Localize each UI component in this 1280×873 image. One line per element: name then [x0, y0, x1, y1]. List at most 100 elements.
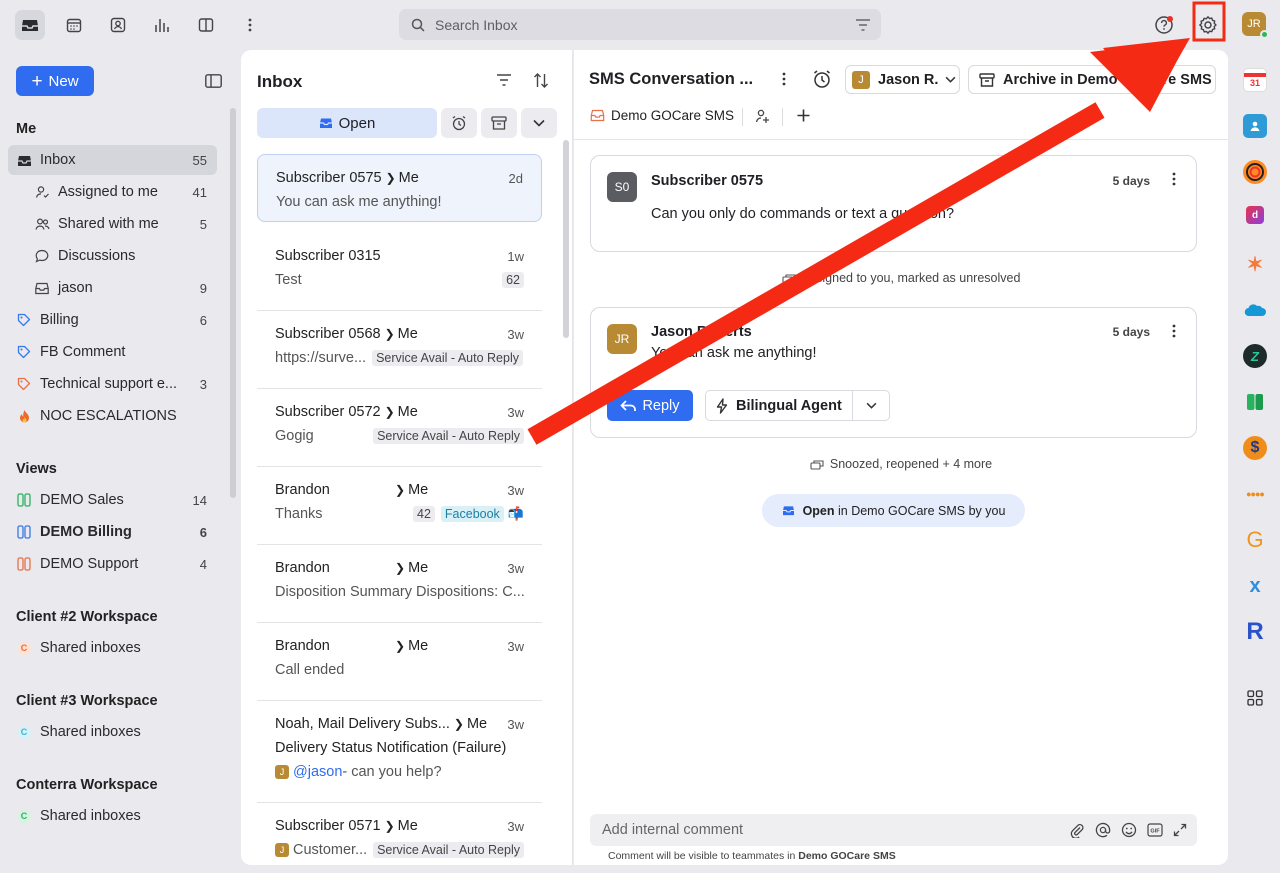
sidebar-item-billing[interactable]: Billing 6: [8, 305, 217, 335]
conversation-to: Me: [408, 638, 429, 654]
filter-icon[interactable]: [855, 18, 871, 31]
stripe-s-icon[interactable]: $: [1243, 436, 1267, 460]
mention-link[interactable]: @jason: [293, 764, 342, 780]
views-heading: Views: [16, 461, 57, 477]
archive-button[interactable]: Archive in Demo GOCare SMS: [968, 65, 1216, 94]
sidebar-item-shared-inboxes[interactable]: C Shared inboxes: [8, 717, 217, 747]
add-icon[interactable]: [796, 108, 811, 123]
salesforce-cloud-icon[interactable]: [1243, 298, 1267, 322]
open-filter-button[interactable]: Open: [257, 108, 437, 138]
search-icon: [411, 18, 425, 32]
app-icon-x[interactable]: x: [1243, 574, 1267, 598]
more-vertical-icon[interactable]: [1172, 324, 1176, 338]
note-channel: Demo GOCare SMS: [798, 850, 896, 862]
sidebar-item-fb-comment[interactable]: FB Comment: [8, 337, 217, 367]
add-follower-icon[interactable]: [755, 108, 771, 124]
sidebar-item-shared[interactable]: Shared with me 5: [8, 209, 217, 239]
conversation-from: Brandon: [275, 560, 330, 576]
more-vertical-icon[interactable]: [1172, 172, 1176, 186]
sidebar-item-noc-escalations[interactable]: NOC ESCALATIONS: [8, 401, 217, 431]
sidebar-view-demo-billing[interactable]: DEMO Billing 6: [8, 517, 217, 547]
sidebar-item-discussions[interactable]: Discussions: [8, 241, 217, 271]
book-app-icon[interactable]: [1243, 390, 1267, 414]
assignee-dropdown[interactable]: J Jason R.: [845, 65, 960, 94]
conversation-item[interactable]: Brandon ❯ Me 3w Disposition Summary Disposi…: [257, 545, 542, 623]
hubspot-icon[interactable]: ✶: [1243, 252, 1267, 276]
message-count-badge: 62: [502, 272, 524, 288]
more-filters-dropdown[interactable]: [521, 108, 557, 138]
sidebar-item-assigned[interactable]: Assigned to me 41: [8, 177, 217, 207]
analytics-icon[interactable]: [147, 10, 177, 40]
sort-icon[interactable]: [533, 73, 549, 88]
conversation-from: Subscriber 0571: [275, 818, 381, 834]
sidebar-item-shared-inboxes[interactable]: C Shared inboxes: [8, 633, 217, 663]
sidebar-item-shared-inboxes[interactable]: C Shared inboxes: [8, 801, 217, 831]
conversation-item[interactable]: Brandon ❯ Me 3w Call ended: [257, 623, 542, 701]
sidebar-item-label: FB Comment: [40, 344, 126, 360]
app-grid-icon[interactable]: [1243, 686, 1267, 710]
snoozed-filter-button[interactable]: [441, 108, 477, 138]
new-button[interactable]: + New: [16, 66, 94, 96]
agent-options-dropdown[interactable]: [852, 390, 890, 421]
conversation-item[interactable]: Brandon ❯ Me 3w Thanks 42 Facebook 📬: [257, 467, 542, 545]
inbox-icon: [16, 152, 32, 168]
collapse-sidebar-icon[interactable]: [205, 74, 222, 88]
zendesk-icon[interactable]: Z: [1243, 344, 1267, 368]
split-view-icon[interactable]: [191, 10, 221, 40]
app-icon-r[interactable]: R: [1243, 618, 1267, 645]
dots-app-icon[interactable]: ●●●●: [1243, 482, 1267, 506]
reply-button[interactable]: Reply: [607, 390, 693, 421]
app-icon-d[interactable]: d: [1246, 206, 1264, 224]
online-status-dot: [1260, 30, 1269, 39]
conversation-item[interactable]: Noah, Mail Delivery Subs... ❯ Me 3w Deliver…: [257, 701, 542, 803]
more-vertical-icon[interactable]: [782, 72, 786, 86]
sidebar-item-technical-support[interactable]: Technical support e... 3: [8, 369, 217, 399]
conversation-item[interactable]: Subscriber 0315 1w Test 62: [257, 233, 542, 311]
reply-arrow-icon: [620, 399, 637, 411]
activity-event[interactable]: Snoozed, reopened + 4 more: [574, 457, 1228, 471]
activity-event[interactable]: Assigned to you, marked as unresolved: [574, 271, 1228, 285]
sidebar-view-demo-sales[interactable]: DEMO Sales 14: [8, 485, 217, 515]
conversation-item[interactable]: Subscriber 0571 ❯ Me 3w J Customer... Service…: [257, 803, 542, 873]
inbox-nav-icon[interactable]: [15, 10, 45, 40]
comment-visibility-note: Comment will be visible to teammates in …: [608, 850, 896, 862]
sidebar-item-inbox[interactable]: Inbox 55: [8, 145, 217, 175]
help-icon[interactable]: [1149, 10, 1179, 40]
archived-filter-button[interactable]: [481, 108, 517, 138]
workspace-badge-icon: C: [17, 725, 31, 739]
filter-icon[interactable]: [496, 74, 512, 86]
contacts-icon[interactable]: [103, 10, 133, 40]
expand-icon[interactable]: [1173, 823, 1187, 837]
copilot-app-icon[interactable]: [1243, 160, 1267, 184]
conversation-item[interactable]: Subscriber 0568 ❯ Me 3w https://surve... Ser…: [257, 311, 542, 389]
author-avatar: J: [275, 765, 289, 779]
sidebar-scrollbar[interactable]: [230, 108, 236, 498]
sidebar-item-jason[interactable]: jason 9: [8, 273, 217, 303]
list-scrollbar[interactable]: [563, 140, 569, 338]
conversation-from: Subscriber 0315: [275, 248, 381, 264]
snooze-clock-icon[interactable]: [812, 69, 832, 89]
conversation-item[interactable]: Subscriber 0575 ❯ Me 2d You can ask me anyt…: [257, 154, 542, 222]
conversation-to: Me: [397, 404, 418, 420]
conversation-item[interactable]: Subscriber 0572 ❯ Me 3w Gogig Service Avail …: [257, 389, 542, 467]
settings-gear-icon[interactable]: [1193, 10, 1223, 40]
attachment-icon[interactable]: [1069, 822, 1085, 838]
channel-chip[interactable]: Demo GOCare SMS: [590, 108, 734, 123]
contacts-app-icon[interactable]: [1243, 114, 1267, 138]
more-vertical-icon[interactable]: [235, 10, 265, 40]
ai-agent-button[interactable]: Bilingual Agent: [705, 390, 853, 421]
sidebar-view-demo-support[interactable]: DEMO Support 4: [8, 549, 217, 579]
user-avatar[interactable]: JR: [1242, 12, 1269, 39]
google-calendar-icon[interactable]: 31: [1243, 68, 1267, 92]
search-input[interactable]: Search Inbox: [399, 9, 881, 40]
alarm-clock-icon: [452, 115, 466, 131]
emoji-icon[interactable]: [1121, 822, 1137, 838]
internal-comment-input[interactable]: Add internal comment GIF: [590, 814, 1197, 846]
tag-icon: [16, 344, 32, 360]
gif-icon[interactable]: GIF: [1147, 823, 1163, 837]
mention-at-icon[interactable]: [1095, 822, 1111, 838]
conversation-to: Me: [408, 560, 429, 576]
calendar-icon[interactable]: [59, 10, 89, 40]
sidebar-item-label: DEMO Support: [40, 556, 139, 572]
app-icon-g[interactable]: G: [1243, 527, 1267, 552]
